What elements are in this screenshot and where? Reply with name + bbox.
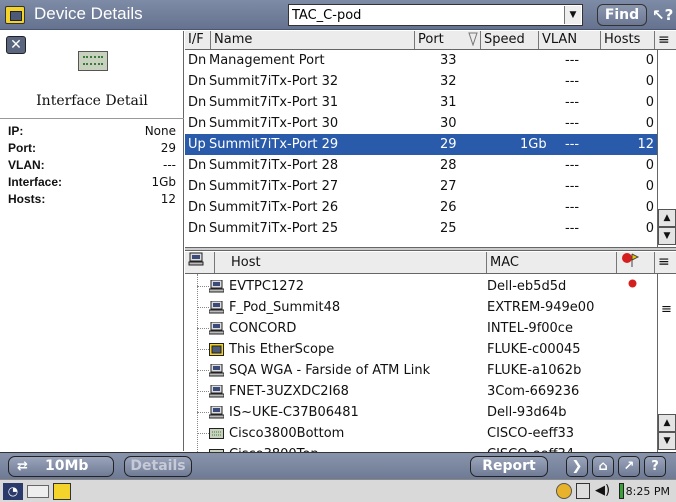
keyboard-icon[interactable]: [27, 485, 49, 498]
alert-dot-icon: [628, 279, 637, 288]
details-button[interactable]: Details: [124, 456, 192, 477]
title-bar: Device Details ▼ Find ↖?: [0, 0, 676, 30]
etherscope-icon: [209, 343, 224, 356]
list-item[interactable]: IS~UKE-C37B06481 Dell-93d64b: [185, 402, 657, 423]
col-header-mac[interactable]: MAC: [487, 252, 617, 273]
computer-icon: [209, 280, 224, 293]
table-row[interactable]: Dn Summit7iTx-Port 30 30 --- 0: [185, 113, 657, 134]
computer-icon: [209, 406, 224, 419]
clipboard-icon[interactable]: [576, 483, 590, 499]
table-row[interactable]: Dn Management Port 33 --- 0: [185, 50, 657, 71]
interface-scrollbar[interactable]: ▲ ▼: [657, 50, 676, 247]
host-table-header: Host MAC ≡: [185, 252, 676, 274]
host-type-column-icon[interactable]: [185, 252, 215, 273]
computer-icon: [209, 322, 224, 335]
col-header-host[interactable]: Host: [215, 252, 487, 273]
search-input[interactable]: [292, 6, 562, 24]
search-combo[interactable]: ▼: [288, 4, 583, 26]
table-row[interactable]: Dn Summit7iTx-Port 32 32 --- 0: [185, 71, 657, 92]
detail-field: IP: None: [8, 124, 176, 138]
pane-splitter[interactable]: [185, 247, 676, 251]
computer-icon: [188, 252, 204, 266]
device-details-icon: [5, 6, 25, 24]
help-icon[interactable]: ?: [644, 456, 666, 477]
divider: [0, 118, 184, 119]
window-title: Device Details: [34, 4, 143, 23]
column-menu-icon[interactable]: ≡: [655, 252, 676, 273]
detail-field: Hosts: 12: [8, 192, 176, 206]
scroll-grip-icon[interactable]: ≡: [661, 302, 672, 317]
panel-heading: Interface Detail: [36, 93, 148, 109]
status-icon[interactable]: [556, 483, 572, 499]
home-icon[interactable]: ⌂: [592, 456, 614, 477]
list-item[interactable]: CONCORD INTEL-9f00ce: [185, 318, 657, 339]
interface-table: Dn Management Port 33 --- 0 Dn Summit7iT…: [185, 47, 676, 247]
list-item[interactable]: FNET-3UZXDC2I68 3Com-669236: [185, 381, 657, 402]
list-item[interactable]: This EtherScope FLUKE-c00045: [185, 339, 657, 360]
scroll-up-icon[interactable]: ▲: [658, 209, 676, 227]
computer-icon: [209, 301, 224, 314]
list-item-partial[interactable]: Cisco3800Top CISCO-eeff34: [185, 444, 657, 452]
table-row[interactable]: Dn Summit7iTx-Port 31 31 --- 0: [185, 92, 657, 113]
link-speed-button[interactable]: ⇄ 10Mb: [8, 456, 114, 477]
detail-field: VLAN: ---: [8, 158, 176, 172]
close-icon[interactable]: ✕: [6, 36, 26, 54]
switch-device-icon: [78, 51, 108, 71]
find-button[interactable]: Find: [597, 4, 647, 26]
alert-column-icon[interactable]: [617, 252, 655, 273]
chevron-down-icon[interactable]: ▼: [564, 6, 581, 24]
list-item[interactable]: SQA WGA - Farside of ATM Link FLUKE-a106…: [185, 360, 657, 381]
etherscope-taskbar-icon[interactable]: [53, 483, 71, 500]
swap-icon: ⇄: [17, 459, 28, 474]
alert-flag-icon: [622, 253, 640, 267]
report-button[interactable]: Report: [470, 456, 548, 477]
detail-field: Port: 29: [8, 141, 176, 155]
table-row[interactable]: Dn Summit7iTx-Port 27 27 --- 0: [185, 176, 657, 197]
forward-icon[interactable]: ❯: [566, 456, 588, 477]
list-item[interactable]: EVTPC1272 Dell-eb5d5d: [185, 276, 657, 297]
table-row-selected[interactable]: Up Summit7iTx-Port 29 29 1Gb --- 12: [185, 134, 657, 155]
computer-icon: [209, 385, 224, 398]
help-pointer-icon[interactable]: ↖?: [652, 4, 673, 26]
host-scrollbar[interactable]: ≡ ▲ ▼: [657, 274, 676, 452]
detail-field: Interface: 1Gb: [8, 175, 176, 189]
start-menu-icon[interactable]: ◔: [3, 483, 23, 500]
clock: 8:25 PM: [625, 485, 670, 498]
list-item[interactable]: F_Pod_Summit48 EXTREM-949e00: [185, 297, 657, 318]
table-row[interactable]: Dn Summit7iTx-Port 28 28 --- 0: [185, 155, 657, 176]
scroll-down-icon[interactable]: ▼: [658, 227, 676, 245]
scroll-up-icon[interactable]: ▲: [658, 414, 676, 432]
speaker-icon[interactable]: ◀): [595, 483, 610, 498]
scroll-down-icon[interactable]: ▼: [658, 432, 676, 450]
bottom-toolbar: ⇄ 10Mb Details Report ❯ ⌂ ↗ ?: [0, 452, 676, 479]
system-taskbar: ◔ ◀) 8:25 PM: [0, 479, 676, 502]
computer-icon: [209, 364, 224, 377]
battery-icon: [619, 483, 624, 499]
tools-icon[interactable]: ↗: [618, 456, 640, 477]
table-row[interactable]: Dn Summit7iTx-Port 25 25 --- 0: [185, 218, 657, 239]
interface-detail-panel: ✕ Interface Detail IP: None Port: 29 VLA…: [0, 31, 184, 451]
list-item[interactable]: Cisco3800Bottom CISCO-eeff33: [185, 423, 657, 444]
switch-icon: [209, 428, 224, 439]
sort-descending-icon: [468, 32, 478, 46]
table-row[interactable]: Dn Summit7iTx-Port 26 26 --- 0: [185, 197, 657, 218]
